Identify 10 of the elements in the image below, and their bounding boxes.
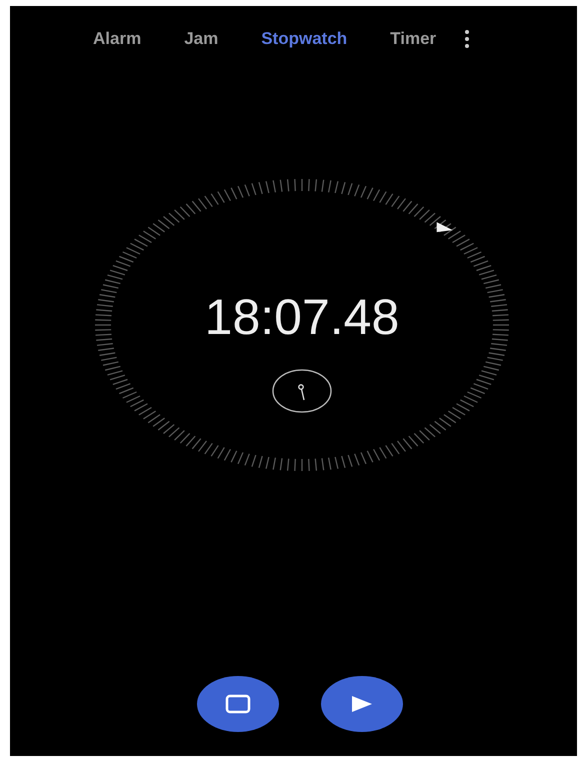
play-icon — [351, 695, 373, 713]
more-options-icon[interactable] — [464, 29, 470, 49]
square-icon — [225, 694, 251, 714]
elapsed-time: 18:07.48 — [204, 288, 400, 346]
tab[interactable]: Jam — [179, 25, 224, 53]
tab[interactable]: Alarm — [88, 25, 146, 53]
tab[interactable]: Stopwatch — [256, 25, 352, 53]
marker-icon — [436, 222, 453, 232]
sub-dial-icon — [271, 368, 333, 414]
tab[interactable]: Timer — [385, 25, 442, 53]
